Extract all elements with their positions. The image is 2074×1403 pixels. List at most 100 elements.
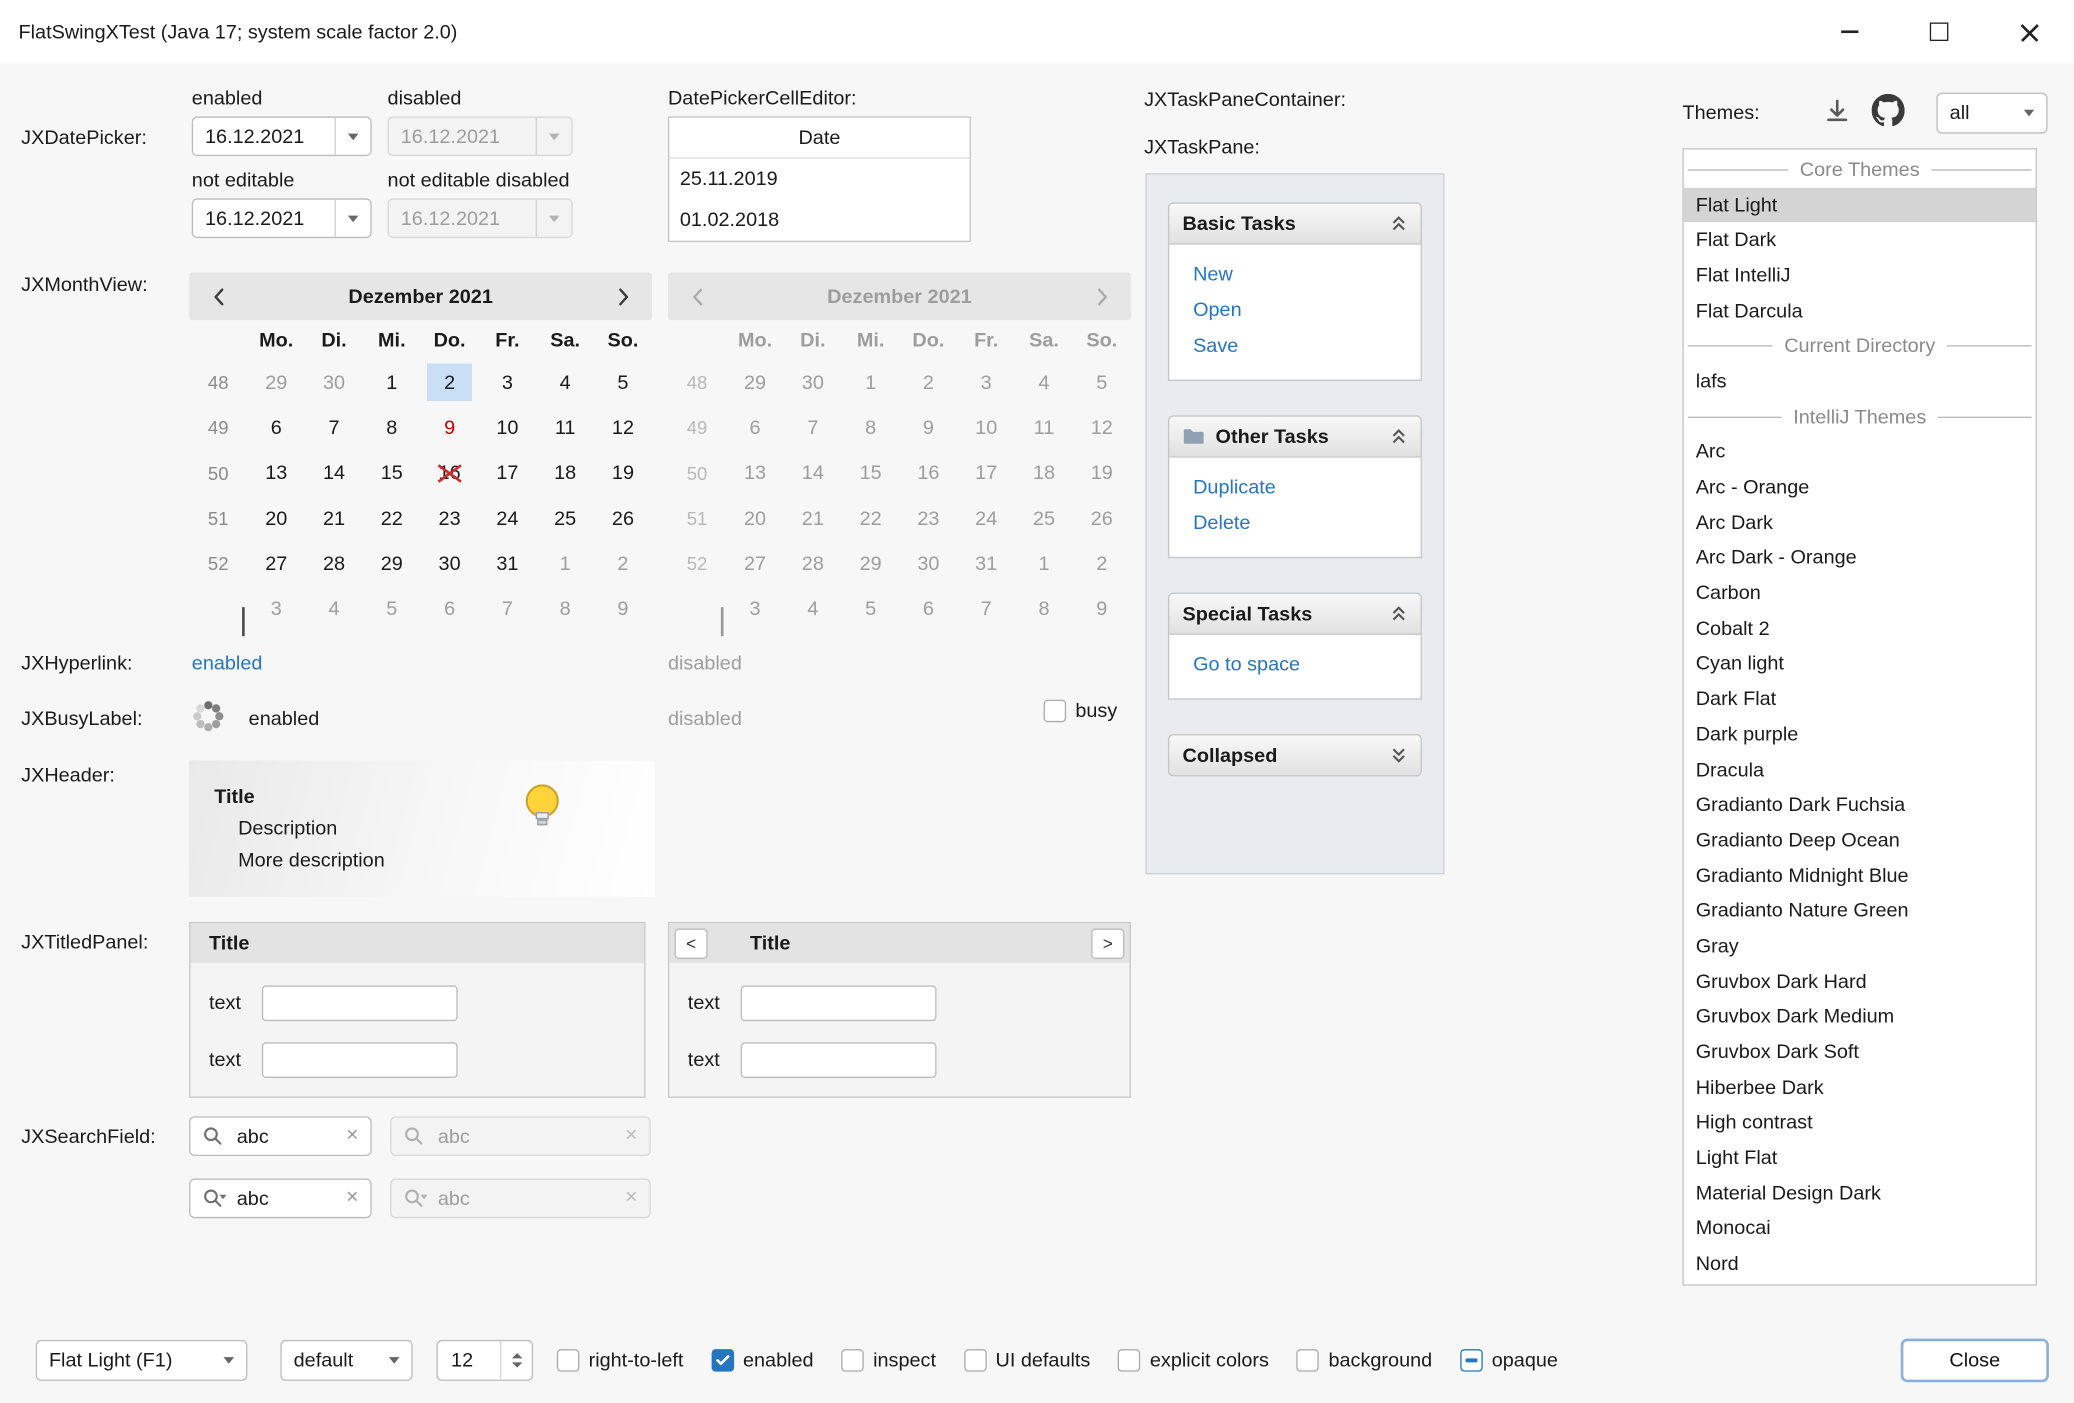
- spinner-down-icon[interactable]: [511, 1362, 522, 1367]
- theme-list-item[interactable]: Arc - Orange: [1684, 470, 2036, 505]
- day-cell[interactable]: 28: [305, 541, 363, 586]
- day-cell[interactable]: 9: [421, 405, 479, 450]
- table-row[interactable]: 25.11.2019: [669, 159, 969, 200]
- taskpane-link[interactable]: Save: [1193, 328, 1421, 364]
- search-input[interactable]: abc: [237, 1125, 337, 1147]
- day-cell[interactable]: 19: [594, 451, 652, 496]
- checkbox-box[interactable]: [711, 1349, 733, 1371]
- day-cell[interactable]: 6: [247, 405, 305, 450]
- clear-icon[interactable]: ×: [346, 1126, 358, 1147]
- taskpane-link[interactable]: Open: [1193, 292, 1421, 328]
- day-cell[interactable]: 26: [594, 496, 652, 541]
- checkbox-box[interactable]: [964, 1349, 986, 1371]
- theme-list-item[interactable]: lafs: [1684, 364, 2036, 399]
- day-cell[interactable]: 2: [594, 541, 652, 586]
- checkbox-box[interactable]: [1044, 700, 1066, 722]
- collapse-icon[interactable]: [1390, 214, 1407, 233]
- day-cell[interactable]: 20: [247, 496, 305, 541]
- datepicker-value[interactable]: 16.12.2021: [193, 207, 335, 229]
- day-cell[interactable]: 16: [421, 451, 479, 496]
- collapse-icon[interactable]: [1390, 604, 1407, 623]
- taskpane-header[interactable]: Other Tasks: [1168, 415, 1422, 457]
- checkbox-inspect[interactable]: inspect: [841, 1349, 936, 1371]
- text-input[interactable]: [262, 985, 458, 1021]
- theme-list-item[interactable]: High contrast: [1684, 1105, 2036, 1140]
- day-cell[interactable]: 31: [478, 541, 536, 586]
- theme-list-item[interactable]: Gradianto Nature Green: [1684, 893, 2036, 928]
- day-cell[interactable]: 5: [594, 360, 652, 405]
- text-input[interactable]: [262, 1042, 458, 1078]
- day-cell[interactable]: 24: [478, 496, 536, 541]
- day-cell[interactable]: 3: [247, 587, 305, 632]
- checkbox-explicit-colors[interactable]: explicit colors: [1118, 1349, 1269, 1371]
- busy-checkbox[interactable]: busy: [1044, 700, 1118, 722]
- checkbox-box[interactable]: [1460, 1349, 1482, 1371]
- day-cell[interactable]: 30: [421, 541, 479, 586]
- day-cell[interactable]: 7: [478, 587, 536, 632]
- day-cell[interactable]: 29: [247, 360, 305, 405]
- theme-list-item[interactable]: Gruvbox Dark Medium: [1684, 999, 2036, 1034]
- day-cell[interactable]: 4: [305, 587, 363, 632]
- search-icon[interactable]: [202, 1125, 227, 1147]
- minimize-button[interactable]: [1804, 0, 1894, 63]
- search-input[interactable]: abc: [237, 1187, 337, 1209]
- day-cell[interactable]: 18: [536, 451, 594, 496]
- theme-list-item[interactable]: Arc: [1684, 435, 2036, 470]
- spinner-up-icon[interactable]: [511, 1353, 522, 1358]
- checkbox-right-to-left[interactable]: right-to-left: [557, 1349, 684, 1371]
- day-cell[interactable]: 5: [363, 587, 421, 632]
- day-cell[interactable]: 4: [536, 360, 594, 405]
- day-cell[interactable]: 12: [594, 405, 652, 450]
- prev-button[interactable]: <: [675, 928, 708, 958]
- theme-list-item[interactable]: Flat Dark: [1684, 223, 2036, 258]
- day-cell[interactable]: 8: [536, 587, 594, 632]
- searchfield-menu-enabled[interactable]: abc×: [189, 1179, 372, 1219]
- datepicker-dropdown-button[interactable]: [335, 200, 371, 237]
- spinner-buttons[interactable]: [500, 1341, 532, 1379]
- theme-list-item[interactable]: Flat Darcula: [1684, 293, 2036, 328]
- theme-list-item[interactable]: Cobalt 2: [1684, 611, 2036, 646]
- day-cell[interactable]: 10: [478, 405, 536, 450]
- day-cell[interactable]: 15: [363, 451, 421, 496]
- searchfield-enabled[interactable]: abc ×: [189, 1116, 372, 1156]
- checkbox-background[interactable]: background: [1297, 1349, 1432, 1371]
- theme-list-item[interactable]: Light Flat: [1684, 1140, 2036, 1175]
- theme-list-item[interactable]: Dracula: [1684, 752, 2036, 787]
- hyperlink-enabled[interactable]: enabled: [192, 652, 263, 674]
- checkbox-enabled[interactable]: enabled: [711, 1349, 813, 1371]
- checkbox-box[interactable]: [1297, 1349, 1319, 1371]
- theme-list-item[interactable]: Material Design Dark: [1684, 1176, 2036, 1211]
- checkbox-box[interactable]: [841, 1349, 863, 1371]
- day-cell[interactable]: 30: [305, 360, 363, 405]
- day-cell[interactable]: 25: [536, 496, 594, 541]
- day-cell[interactable]: 17: [478, 451, 536, 496]
- day-cell[interactable]: 14: [305, 451, 363, 496]
- theme-list-item[interactable]: Dark purple: [1684, 717, 2036, 752]
- close-button[interactable]: Close: [1901, 1339, 2049, 1383]
- taskpane-link[interactable]: Duplicate: [1193, 470, 1421, 506]
- text-input[interactable]: [741, 985, 937, 1021]
- theme-list-item[interactable]: Carbon: [1684, 576, 2036, 611]
- theme-list-item[interactable]: Monocai: [1684, 1211, 2036, 1246]
- themes-filter-combobox[interactable]: all: [1936, 93, 2047, 134]
- taskpane-link[interactable]: Go to space: [1193, 647, 1421, 683]
- taskpane-header[interactable]: Special Tasks: [1168, 593, 1422, 635]
- day-cell[interactable]: 29: [363, 541, 421, 586]
- theme-list-item[interactable]: Dark Flat: [1684, 682, 2036, 717]
- taskpane-link[interactable]: Delete: [1193, 505, 1421, 541]
- day-cell[interactable]: 9: [594, 587, 652, 632]
- search-menu-icon[interactable]: [202, 1187, 227, 1209]
- datepicker[interactable]: 16.12.2021: [192, 116, 372, 156]
- theme-list-item[interactable]: Gradianto Deep Ocean: [1684, 823, 2036, 858]
- theme-list-item[interactable]: Flat IntelliJ: [1684, 258, 2036, 293]
- checkbox-box[interactable]: [1118, 1349, 1140, 1371]
- next-month-button[interactable]: [594, 272, 652, 320]
- day-cell[interactable]: 21: [305, 496, 363, 541]
- theme-list-item[interactable]: Arc Dark: [1684, 505, 2036, 540]
- datepicker[interactable]: 16.12.2021: [192, 198, 372, 238]
- day-cell[interactable]: 11: [536, 405, 594, 450]
- day-cell[interactable]: 1: [536, 541, 594, 586]
- theme-list-item[interactable]: Cyan light: [1684, 646, 2036, 681]
- taskpane-header[interactable]: Collapsed: [1168, 734, 1422, 776]
- day-cell[interactable]: 8: [363, 405, 421, 450]
